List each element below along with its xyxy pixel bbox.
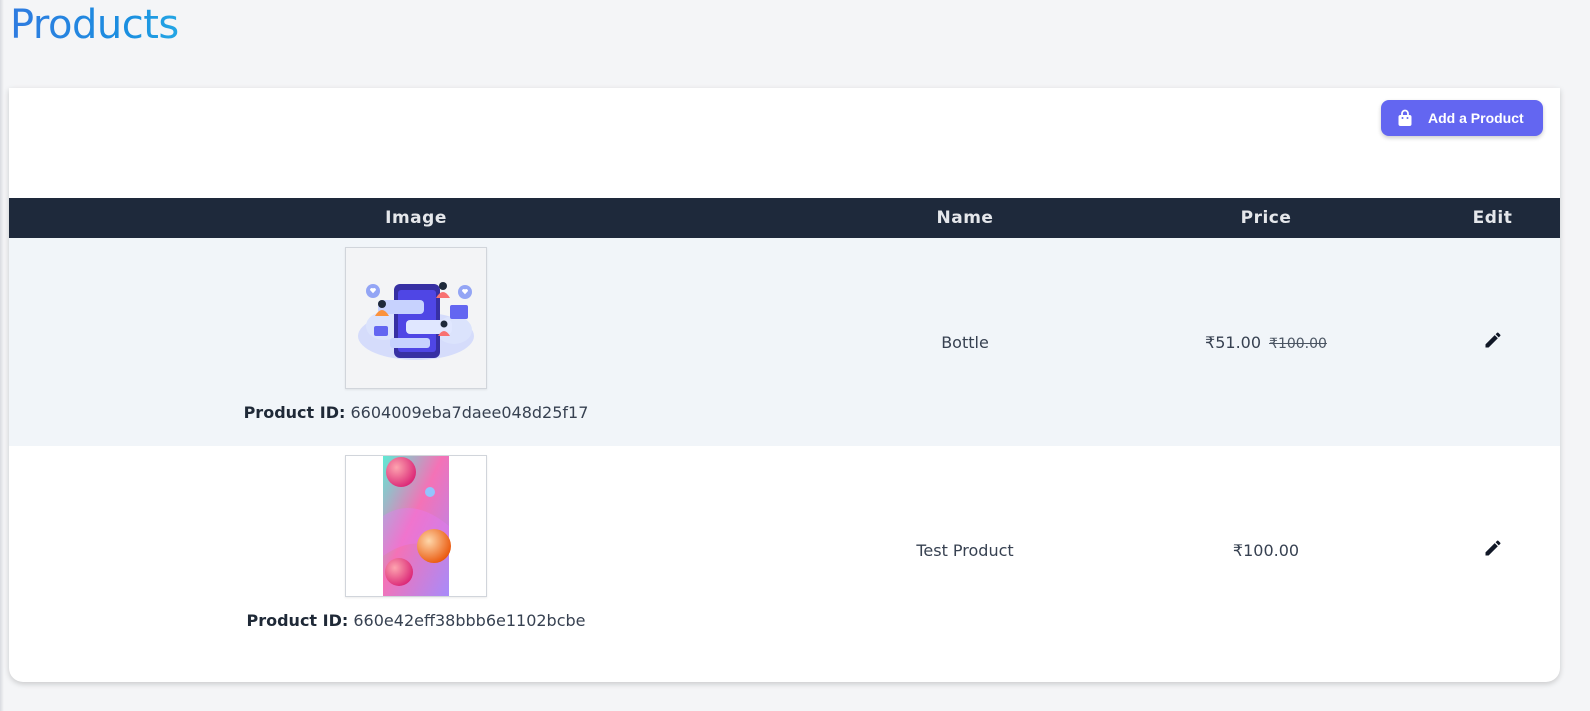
- product-id: Product ID: 660e42eff38bbb6e1102bcbe: [9, 611, 823, 630]
- product-image: [345, 455, 487, 597]
- window-edge: [0, 0, 4, 711]
- column-header-price: Price: [1240, 208, 1292, 228]
- add-product-button[interactable]: Add a Product: [1381, 100, 1543, 136]
- product-id-value: 660e42eff38bbb6e1102bcbe: [353, 611, 586, 630]
- table-header-row: Image Name Price Edit: [9, 198, 1560, 238]
- product-image-cell: Product ID: 6604009eba7daee048d25f17: [9, 238, 823, 446]
- edit-cell: [1425, 238, 1560, 446]
- product-id-value: 6604009eba7daee048d25f17: [350, 403, 589, 422]
- edit-cell: [1425, 446, 1560, 654]
- add-product-label: Add a Product: [1428, 110, 1524, 126]
- column-header-name: Name: [936, 208, 994, 228]
- product-name: Bottle: [941, 332, 989, 352]
- products-card: Add a Product Image Name Price Edit Prod…: [9, 88, 1560, 682]
- product-price-cell: ₹100.00: [1107, 446, 1425, 654]
- page-title: Products: [10, 2, 179, 48]
- product-id-label: Product ID:: [246, 611, 349, 630]
- product-name: Test Product: [916, 540, 1014, 560]
- column-header-edit: Edit: [1472, 208, 1513, 228]
- gradient-spheres-icon: [346, 456, 486, 596]
- product-id: Product ID: 6604009eba7daee048d25f17: [9, 403, 823, 422]
- product-image: [345, 247, 487, 389]
- pencil-edit-icon[interactable]: [1483, 330, 1503, 350]
- column-header-image: Image: [385, 208, 447, 228]
- table-row: Product ID: 660e42eff38bbb6e1102bcbe Tes…: [9, 446, 1560, 654]
- table-row: Product ID: 6604009eba7daee048d25f17 Bot…: [9, 238, 1560, 446]
- product-price-cell: ₹51.00 ₹100.00: [1107, 238, 1425, 446]
- product-id-label: Product ID:: [243, 403, 346, 422]
- shopping-bag-icon: [1398, 109, 1412, 126]
- product-original-price: ₹100.00: [1269, 335, 1327, 352]
- product-image-cell: Product ID: 660e42eff38bbb6e1102bcbe: [9, 446, 823, 654]
- pencil-edit-icon[interactable]: [1483, 538, 1503, 558]
- products-table: Image Name Price Edit Product ID: 660400…: [9, 198, 1560, 654]
- chat-illustration-icon: [346, 248, 486, 388]
- product-price: ₹51.00: [1205, 332, 1262, 352]
- product-price: ₹100.00: [1232, 540, 1300, 560]
